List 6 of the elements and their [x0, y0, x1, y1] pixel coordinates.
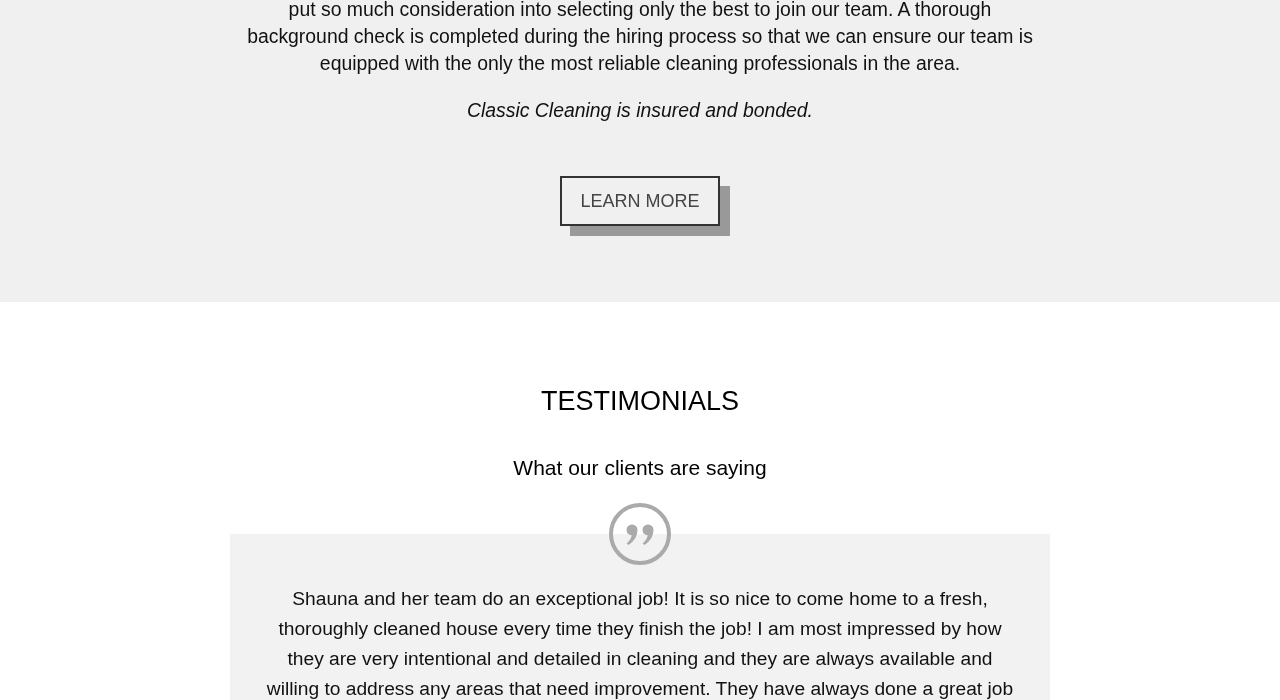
testimonial-text: Shauna and her team do an exceptional job! It is so nice to come home to a fresh, thoroughly cleaned house every time they finish the job! I am most impressed by how they are very intentional and detailed in cleaning and they are always available and willing to address any areas that need improvement. They have always done a great job — [265, 587, 1015, 700]
testimonials-subheading: What our clients are saying — [513, 456, 767, 480]
about-paragraph: put so much consideration into selecting only the best to join our team. A thorough background check is completed during the hiring process so that we can ensure our team is equipped with the only the most reliable cleaning professionals in the area. — [246, 0, 1034, 76]
quote-icon — [609, 503, 671, 565]
testimonials-heading: TESTIMONIALS — [541, 385, 739, 418]
insured-note: Classic Cleaning is insured and bonded. — [467, 98, 813, 123]
